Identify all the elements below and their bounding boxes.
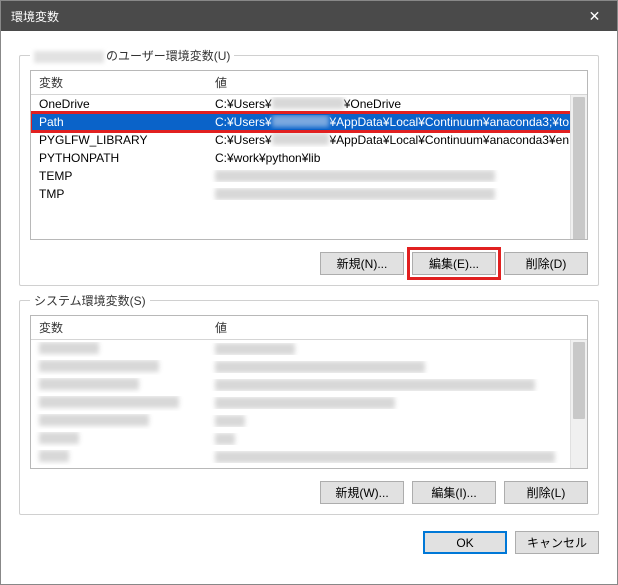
user-table-header: 変数 値 [31,71,587,95]
dialog-content: のユーザー環境変数(U) 変数 値 OneDrive C:¥Users¥¥One… [1,31,617,566]
username-blurred [34,51,104,63]
table-row[interactable] [31,430,587,448]
close-icon[interactable]: ✕ [572,1,617,31]
table-row[interactable] [31,448,587,466]
user-table-body: OneDrive C:¥Users¥¥OneDrive Path C:¥User… [31,95,587,239]
dialog-footer: OK キャンセル [19,531,599,554]
ok-button[interactable]: OK [423,531,507,554]
system-vars-label: システム環境変数(S) [30,292,150,309]
delete-button[interactable]: 削除(D) [504,252,588,275]
edit-button[interactable]: 編集(I)... [412,481,496,504]
window-title: 環境変数 [11,8,59,25]
new-button[interactable]: 新規(N)... [320,252,404,275]
table-row[interactable] [31,412,587,430]
system-vars-table: 変数 値 [30,315,588,469]
table-row[interactable]: TMP [31,185,587,203]
col-variable[interactable]: 変数 [31,70,207,95]
delete-button[interactable]: 削除(L) [504,481,588,504]
user-vars-group: のユーザー環境変数(U) 変数 値 OneDrive C:¥Users¥¥One… [19,55,599,286]
col-value[interactable]: 値 [207,315,587,340]
table-row[interactable] [31,376,587,394]
table-row[interactable] [31,340,587,358]
table-row[interactable]: PYTHONPATH C:¥work¥python¥lib [31,149,587,167]
scrollbar[interactable] [570,340,587,468]
system-table-header: 変数 値 [31,316,587,340]
scrollbar[interactable] [570,95,587,239]
table-row[interactable]: OneDrive C:¥Users¥¥OneDrive [31,95,587,113]
table-row[interactable]: TEMP [31,167,587,185]
table-row-path[interactable]: Path C:¥Users¥¥AppData¥Local¥Continuum¥a… [31,113,587,131]
new-button[interactable]: 新規(W)... [320,481,404,504]
system-vars-group: システム環境変数(S) 変数 値 [19,300,599,515]
col-value[interactable]: 値 [207,70,587,95]
table-row[interactable] [31,358,587,376]
table-row[interactable]: PYGLFW_LIBRARY C:¥Users¥¥AppData¥Local¥C… [31,131,587,149]
user-button-row: 新規(N)... 編集(E)... 削除(D) [30,252,588,275]
system-table-body [31,340,587,468]
titlebar: 環境変数 ✕ [1,1,617,31]
col-variable[interactable]: 変数 [31,315,207,340]
edit-button[interactable]: 編集(E)... [412,252,496,275]
table-row[interactable] [31,394,587,412]
user-vars-label: のユーザー環境変数(U) [30,47,234,64]
cancel-button[interactable]: キャンセル [515,531,599,554]
user-vars-table: 変数 値 OneDrive C:¥Users¥¥OneDrive Path C:… [30,70,588,240]
system-button-row: 新規(W)... 編集(I)... 削除(L) [30,481,588,504]
